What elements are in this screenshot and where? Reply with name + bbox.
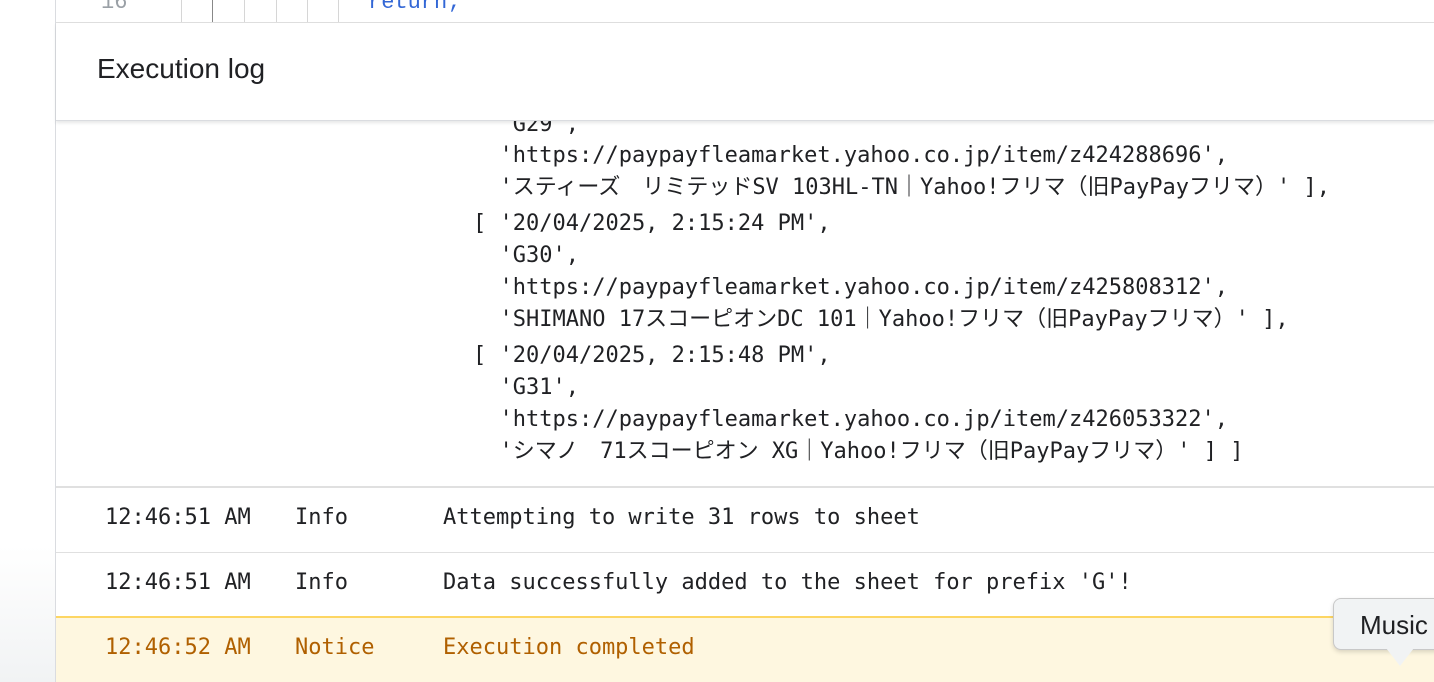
log-row-info[interactable]: 12:46:51 AM Info Attempting to write 31 …: [56, 488, 1434, 554]
log-time: 12:46:51 AM: [105, 505, 251, 530]
indent-guide: [181, 0, 182, 22]
execution-log-header: Execution log: [56, 23, 1434, 121]
log-level: Info: [295, 505, 348, 530]
log-time: 12:46:52 AM: [105, 635, 251, 660]
log-time: 12:46:51 AM: [105, 570, 251, 595]
output-line: 'https://paypayfleamarket.yahoo.co.jp/it…: [473, 407, 1228, 432]
output-line: 'シマノ 71スコーピオン XG｜Yahoo!フリマ（旧PayPayフリマ）' …: [473, 439, 1244, 464]
output-line: [ '20/04/2025, 2:15:48 PM',: [473, 343, 831, 368]
code-line[interactable]: return;: [368, 0, 460, 15]
output-line: 'G31',: [473, 375, 579, 400]
tooltip-text: Music: [1360, 610, 1428, 640]
indent-guide: [276, 0, 277, 22]
execution-log-body[interactable]: 'G29', 'https://paypayfleamarket.yahoo.c…: [56, 121, 1434, 682]
output-line: 'G29',: [473, 121, 579, 137]
indent-guide: [307, 0, 308, 22]
log-level: Notice: [295, 635, 375, 660]
output-line: 'https://paypayfleamarket.yahoo.co.jp/it…: [473, 275, 1228, 300]
log-message: Attempting to write 31 rows to sheet: [443, 505, 920, 530]
indent-guide: [338, 0, 339, 22]
indent-guide: [244, 0, 245, 22]
line-number: 16: [101, 0, 128, 15]
code-editor[interactable]: 16 return;: [56, 0, 1434, 23]
execution-log-title: Execution log: [97, 53, 266, 84]
log-row-info[interactable]: 12:46:51 AM Info Data successfully added…: [56, 553, 1434, 619]
log-output-block: 'G29', 'https://paypayfleamarket.yahoo.c…: [56, 121, 1434, 488]
output-line: 'G30',: [473, 243, 579, 268]
log-message: Data successfully added to the sheet for…: [443, 570, 1132, 595]
indent-guide: [212, 0, 213, 22]
output-line: [ '20/04/2025, 2:15:24 PM',: [473, 211, 831, 236]
log-level: Info: [295, 570, 348, 595]
output-line: 'https://paypayfleamarket.yahoo.co.jp/it…: [473, 143, 1228, 168]
tooltip: Music: [1333, 598, 1434, 650]
log-row-notice[interactable]: 12:46:52 AM Notice Execution completed: [56, 616, 1434, 682]
output-line: 'スティーズ リミテッドSV 103HL-TN｜Yahoo!フリマ（旧PayPa…: [473, 175, 1330, 200]
apps-script-panel: 16 return; Execution log 'G29', 'https:/…: [55, 0, 1434, 682]
tooltip-pointer: [1386, 648, 1414, 666]
left-rail: [0, 0, 55, 682]
output-line: 'SHIMANO 17スコーピオンDC 101｜Yahoo!フリマ（旧PayPa…: [473, 307, 1289, 332]
log-message: Execution completed: [443, 635, 695, 660]
